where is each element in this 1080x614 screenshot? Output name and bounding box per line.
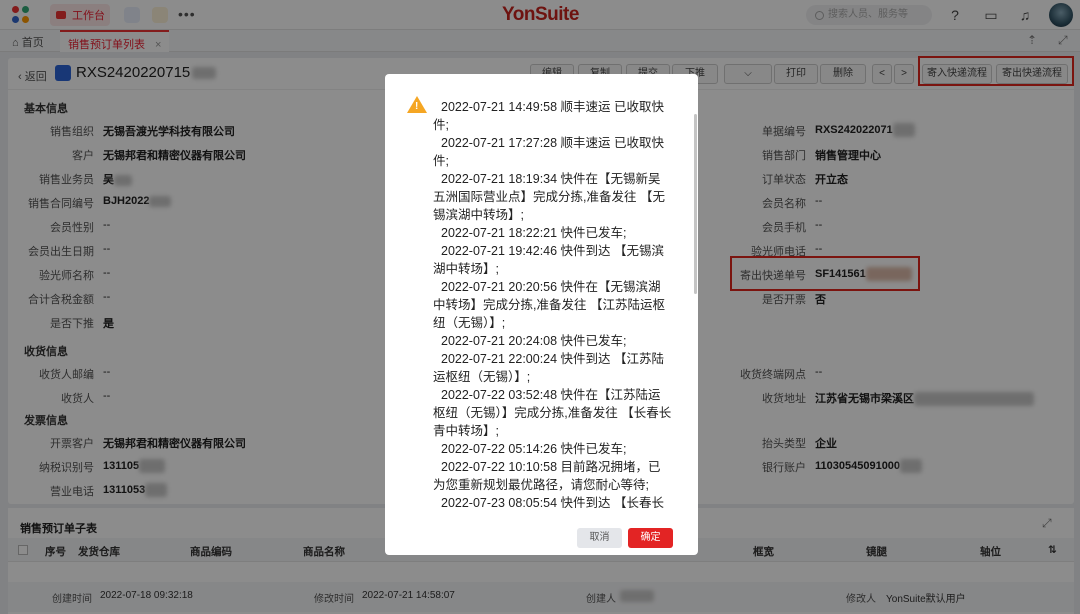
log-entry: 2022-07-21 14:49:58 顺丰速运 已收取快件; (433, 100, 665, 132)
log-entry: 2022-07-23 08:05:54 快件到达 【长春长青中转场】; (441, 496, 665, 508)
log-entry: 2022-07-21 17:27:28 顺丰速运 已收取快件; (433, 136, 665, 168)
log-entry: 2022-07-21 19:42:46 快件到达 【无锡滨湖中转场】; (433, 244, 665, 276)
scrollbar[interactable] (694, 114, 697, 294)
log-entry: 2022-07-22 10:10:58 目前路况拥堵，已为您重新规划最优路径，请… (433, 460, 661, 492)
log-entry: 2022-07-21 22:00:24 快件到达 【江苏陆运枢纽（无锡）】; (433, 352, 665, 384)
log-entry: 2022-07-22 03:52:48 快件在【江苏陆运枢纽（无锡）】完成分拣,… (433, 388, 672, 438)
log-entry: 2022-07-21 18:19:34 快件在【无锡新吴五洲国际营业点】完成分拣… (433, 172, 665, 222)
log-entry: 2022-07-21 18:22:21 快件已发车; (441, 226, 627, 240)
tracking-log: 2022-07-21 14:49:58 顺丰速运 已收取快件; 2022-07-… (433, 98, 673, 508)
log-entry: 2022-07-21 20:24:08 快件已发车; (441, 334, 627, 348)
log-entry: 2022-07-22 05:14:26 快件已发车; (441, 442, 627, 456)
log-entry: 2022-07-21 20:20:56 快件在【无锡滨湖中转场】完成分拣,准备发… (433, 280, 665, 330)
confirm-button[interactable]: 确定 (628, 528, 673, 548)
cancel-button[interactable]: 取消 (577, 528, 622, 548)
warning-icon-mark: ! (415, 101, 419, 112)
express-tracking-dialog: ! 2022-07-21 14:49:58 顺丰速运 已收取快件; 2022-0… (385, 74, 698, 555)
